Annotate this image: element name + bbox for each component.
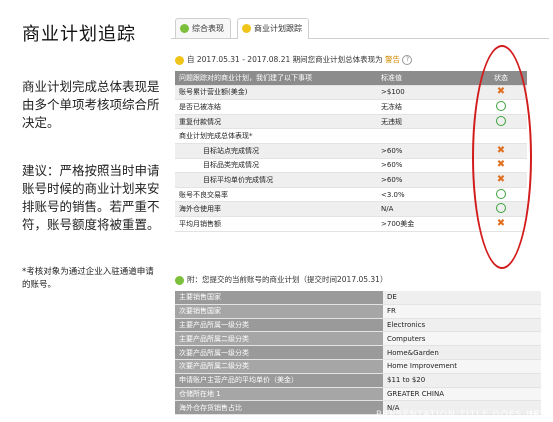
footer-title: PRESENTATION TITLE GOES HERE [376, 410, 553, 420]
table-row: 主要产品所属一级分类 Electronics [175, 318, 541, 333]
tab-bar: 综合表现 商业计划跟踪 [171, 14, 549, 39]
section2-header-text: 附：您提交的当前账号的商业计划（提交时间2017.05.31） [187, 275, 388, 284]
criteria-standard: >60% [377, 172, 475, 188]
help-icon[interactable]: ? [402, 55, 413, 65]
tab-overall[interactable]: 综合表现 [175, 18, 231, 38]
table-row: 平均月销售额 >700美金 ✖ [175, 216, 527, 232]
column-header-standard: 标准值 [377, 71, 475, 86]
page-number: 16 [528, 410, 539, 419]
table-row: 次要销售国家 FR [175, 304, 541, 319]
criteria-item: 平均月销售额 [175, 216, 377, 232]
plan-value: DE [383, 291, 541, 305]
criteria-item: 账号不良交易率 [175, 187, 377, 203]
section1-header: 自 2017.05.31 - 2017.08.21 期间您商业计划总体表现为 警… [175, 54, 413, 65]
table-row: 次要产品所属一级分类 Home&Garden [175, 345, 541, 360]
plan-key: 主要产品所属二级分类 [175, 331, 383, 347]
plan-key: 次要产品所属一级分类 [175, 345, 383, 360]
criteria-item: 是否已被冻结 [175, 99, 377, 115]
column-header-item: 问题跟踪对的商业计划，我们建了以下事项 [175, 71, 377, 86]
table-row: 主要产品所属二级分类 Computers [175, 331, 541, 347]
plan-key: 次要销售国家 [175, 304, 383, 319]
left-text-panel: 商业计划追踪 商业计划完成总体表现是由多个单项考核项综合所决定。 建议：严格按照… [0, 0, 170, 422]
plan-value: Home Improvement [383, 359, 541, 374]
criteria-item: 重复付款情况 [175, 114, 377, 130]
warning-dot-icon [242, 24, 251, 33]
criteria-standard: >60% [377, 158, 475, 174]
plan-key: 次要产品所属二级分类 [175, 359, 383, 374]
screenshot-panel: 综合表现 商业计划跟踪 自 2017.05.31 - 2017.08.21 期间… [171, 14, 553, 422]
section2-header: 附：您提交的当前账号的商业计划（提交时间2017.05.31） [175, 274, 387, 285]
advice-text: 建议：严格按照当时申请账号时候的商业计划来安排账号的销售。若严重不符，账号额度将… [22, 163, 160, 232]
criteria-item: 目标品类完成情况 [175, 158, 377, 174]
warning-icon [175, 55, 184, 65]
criteria-standard: >60% [377, 143, 475, 159]
table-row: 账号累计营业额(美金) >$100 ✖ [175, 85, 527, 101]
criteria-item: 目标站点完成情况 [175, 143, 377, 159]
table-row: 次要产品所属二级分类 Home Improvement [175, 359, 541, 374]
plan-key: 海外仓存货销售占比 [175, 400, 383, 416]
section1-header-text: 自 2017.05.31 - 2017.08.21 期间您商业计划总体表现为 [187, 55, 383, 64]
criteria-standard: 无冻结 [377, 99, 475, 115]
plan-key: 仓储所在地 1 [175, 387, 383, 402]
table-row: 申请账户主营产品的平均单价（美金） $11 to $20 [175, 373, 541, 388]
criteria-standard: >700美金 [377, 216, 475, 232]
highlight-ellipse [472, 45, 532, 269]
plan-value: FR [383, 304, 541, 319]
footnote-text: *考核对象为通过企业入驻通道申请的账号。 [22, 267, 154, 290]
plan-key: 主要销售国家 [175, 291, 383, 305]
page-title: 商业计划追踪 [22, 24, 136, 45]
plan-value: $11 to $20 [383, 373, 541, 388]
plan-key: 主要产品所属一级分类 [175, 318, 383, 333]
criteria-standard [377, 128, 475, 144]
description-text: 商业计划完成总体表现是由多个单项考核项综合所决定。 [22, 79, 160, 130]
tab-label: 商业计划跟踪 [254, 24, 302, 33]
criteria-standard: >$100 [377, 85, 475, 101]
tab-label: 综合表现 [192, 24, 224, 33]
plan-value: Electronics [383, 318, 541, 333]
criteria-standard: 无违规 [377, 114, 475, 130]
check-icon [175, 275, 184, 285]
table-row: 仓储所在地 1 GREATER CHINA [175, 387, 541, 402]
status-dot-icon [180, 24, 189, 33]
plan-key: 申请账户主营产品的平均单价（美金） [175, 373, 383, 388]
criteria-standard: N/A [377, 201, 475, 217]
tab-business-plan[interactable]: 商业计划跟踪 [237, 18, 309, 39]
table-row: 主要销售国家 DE [175, 291, 541, 305]
criteria-item: 目标平均单价完成情况 [175, 172, 377, 188]
plan-value: GREATER CHINA [383, 387, 541, 402]
criteria-item: 账号累计营业额(美金) [175, 85, 377, 101]
plan-value: Home&Garden [383, 345, 541, 360]
criteria-item: 海外仓使用率 [175, 201, 377, 217]
plan-value: Computers [383, 331, 541, 347]
criteria-standard: <3.0% [377, 187, 475, 203]
business-plan-table: 主要销售国家 DE 次要销售国家 FR 主要产品所属一级分类 Electronics 主要产… [175, 291, 541, 416]
criteria-item: 商业计划完成总体表现* [175, 128, 377, 144]
status-badge: 警告 [385, 55, 401, 64]
